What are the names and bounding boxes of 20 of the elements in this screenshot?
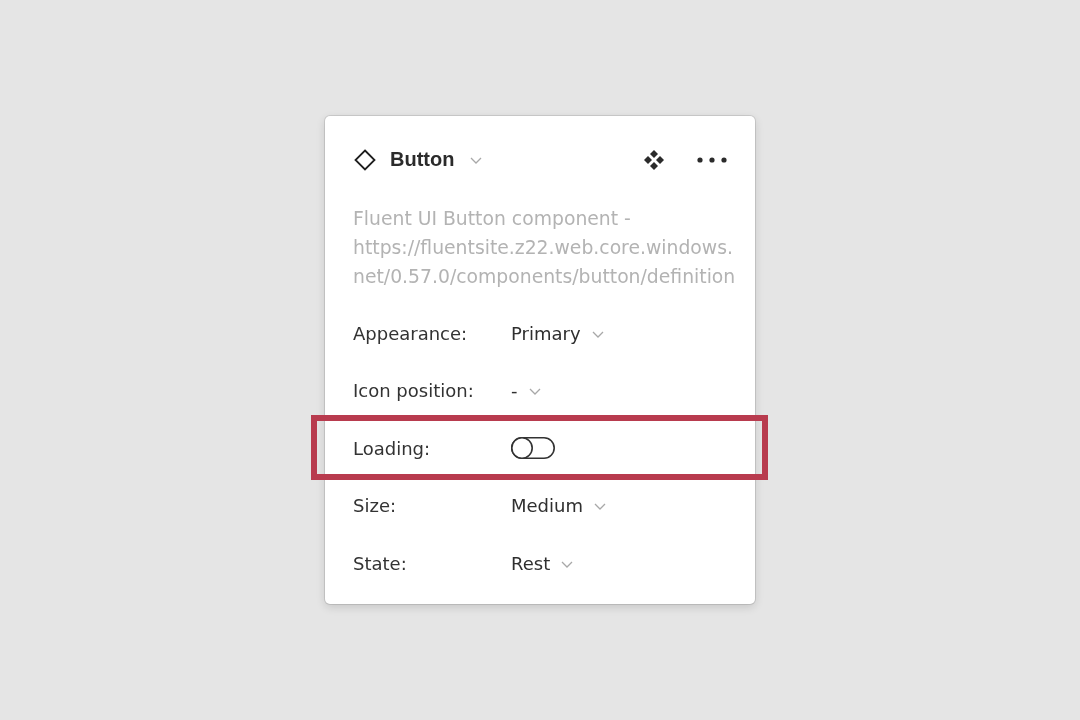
property-label: State: [353, 552, 408, 574]
four-diamonds-icon[interactable] [643, 148, 665, 171]
property-label: Icon position: [353, 380, 475, 402]
diamond-icon [354, 148, 376, 171]
caret-icon [470, 157, 483, 165]
property-label: Appearance: [353, 322, 469, 344]
component-name-dropdown[interactable]: Button [390, 148, 483, 172]
caret-icon [591, 330, 604, 338]
toggle-switch[interactable] [511, 437, 555, 460]
component-description: Fluent UI Button component - https://fluentsite.z22.web.core.windows.net/0.57.0/components/button/definition [353, 206, 737, 289]
property-label: Loading: [353, 437, 432, 459]
caret-icon [594, 503, 606, 511]
value-dropdown[interactable]: Primary [511, 322, 604, 344]
caret-icon [561, 560, 574, 568]
value-dropdown[interactable]: - [511, 380, 541, 402]
value-dropdown[interactable]: Medium [511, 495, 606, 517]
caret-icon [528, 388, 541, 396]
value-dropdown[interactable]: Rest [511, 552, 574, 574]
more-icon[interactable] [697, 156, 727, 163]
property-label: Size: [353, 495, 397, 517]
